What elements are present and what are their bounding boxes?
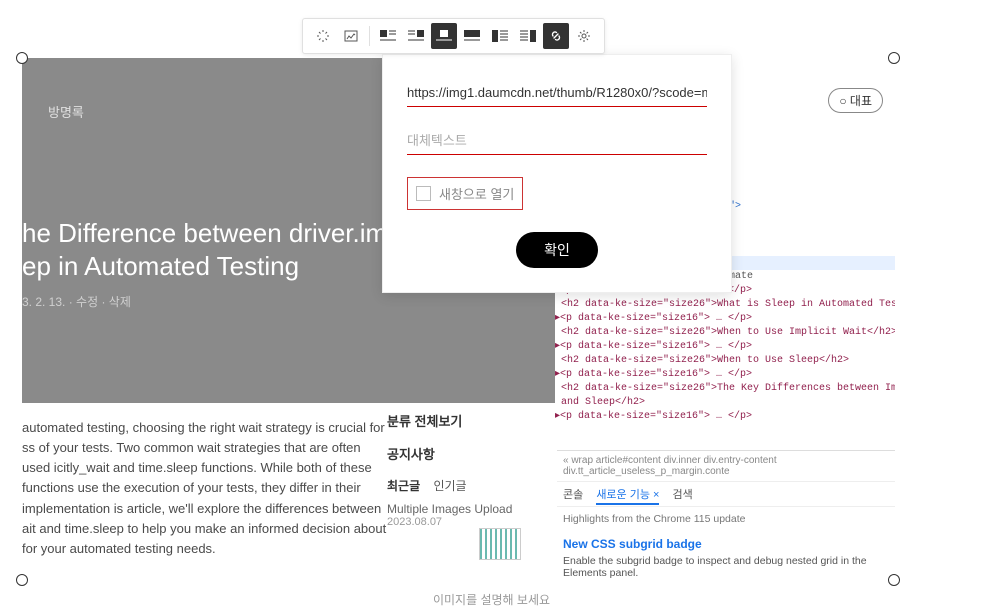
article-body-text: automated testing, choosing the right wa… [22, 418, 387, 559]
align-full-icon[interactable] [459, 23, 485, 49]
article-title-line2: ep in Automated Testing [22, 251, 299, 282]
resize-icon[interactable] [338, 23, 364, 49]
confirm-button[interactable]: 확인 [516, 232, 598, 268]
devtools-tab-search: 검색 [673, 489, 693, 501]
chrome-highlights-heading: Highlights from the Chrome 115 update [557, 507, 895, 531]
image-toolbar [302, 18, 605, 54]
sidebar-notice-header: 공지사항 [387, 444, 557, 463]
sidebar-tab-popular: 인기글 [433, 477, 466, 494]
devtools-tab-console: 콘솔 [563, 489, 583, 501]
align-center-icon[interactable] [431, 23, 457, 49]
resize-handle-tl[interactable] [16, 52, 28, 64]
gear-icon[interactable] [571, 23, 597, 49]
checkbox-icon[interactable] [416, 186, 431, 201]
float-left-icon[interactable] [487, 23, 513, 49]
whatsnew-item-desc-1: Enable the subgrid badge to inspect and … [557, 553, 895, 581]
url-input[interactable] [407, 81, 707, 107]
sidebar-category-header: 분류 전체보기 [387, 411, 557, 430]
toolbar-separator [369, 26, 370, 46]
elements-breadcrumb: « wrap article#content div.inner div.ent… [557, 451, 895, 482]
float-right-icon[interactable] [515, 23, 541, 49]
devtools-whatsnew-panel: « wrap article#content div.inner div.ent… [557, 450, 895, 581]
align-left-icon[interactable] [375, 23, 401, 49]
devtools-tab-whatsnew: 새로운 기능 × [596, 489, 659, 505]
image-caption-input[interactable]: 이미지를 설명해 보세요 [0, 591, 983, 608]
sidebar-tab-recent: 최근글 [387, 477, 420, 494]
link-icon[interactable] [543, 23, 569, 49]
align-right-icon[interactable] [403, 23, 429, 49]
blog-sidebar: 분류 전체보기 공지사항 최근글 인기글 Multiple Images Upl… [387, 403, 557, 528]
new-window-label: 새창으로 열기 [439, 184, 514, 203]
article-meta: 3. 2. 13. · 수정 · 삭제 [22, 293, 131, 310]
resize-handle-bl[interactable] [16, 574, 28, 586]
new-window-checkbox-row[interactable]: 새창으로 열기 [407, 177, 523, 210]
resize-handle-tr[interactable] [888, 52, 900, 64]
sidebar-post-date: 2023.08.07 [387, 516, 557, 528]
loading-icon[interactable] [310, 23, 336, 49]
breadcrumb: 방명록 [48, 102, 84, 121]
whatsnew-item-title-1: New CSS subgrid badge [557, 531, 895, 553]
sidebar-post-thumb [479, 528, 521, 560]
alt-text-input[interactable] [407, 129, 707, 155]
sidebar-post-title: Multiple Images Upload [387, 502, 557, 516]
link-settings-popup: 새창으로 열기 확인 [382, 54, 732, 293]
article-title-line1: he Difference between driver.implic [22, 218, 426, 249]
resize-handle-br[interactable] [888, 574, 900, 586]
